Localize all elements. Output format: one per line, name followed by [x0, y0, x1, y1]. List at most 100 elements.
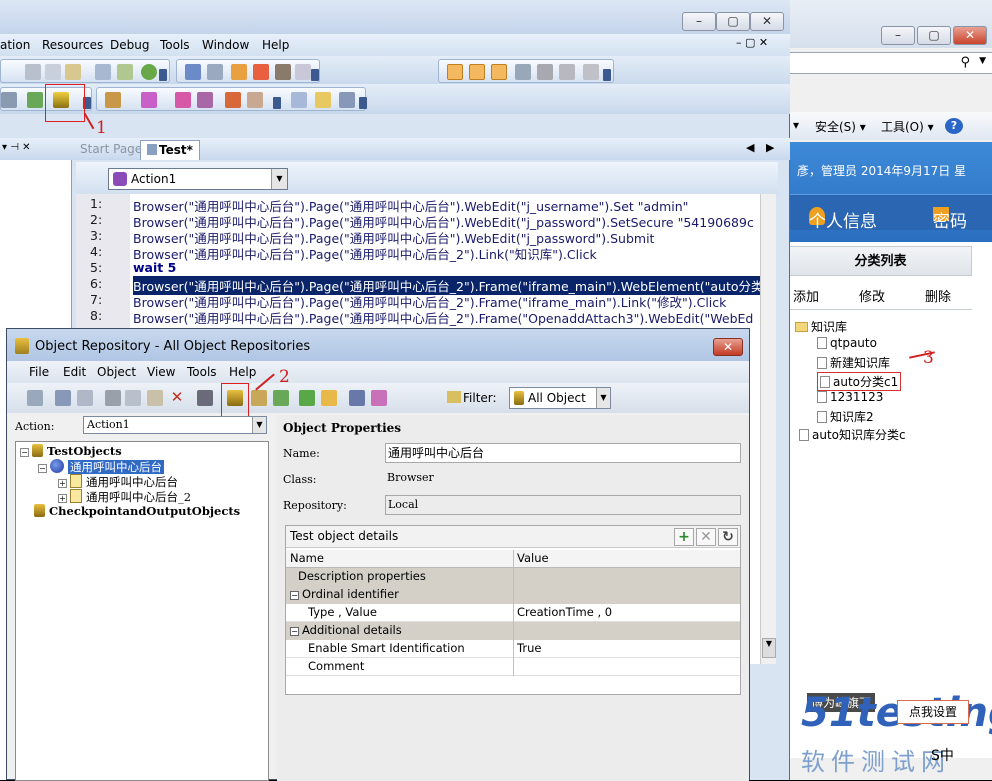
code-line[interactable]: 4: Browser("通用呼叫中心后台").Page("通用呼叫中心后台_2")… [76, 244, 776, 262]
menu-tools[interactable]: Tools [160, 38, 190, 52]
copy-icon[interactable] [45, 64, 61, 80]
tree-item-auto-c1[interactable]: auto分类c1 [817, 372, 902, 391]
mdi-controls[interactable]: – ▢ ✕ [736, 36, 768, 49]
editor-scrollbar[interactable]: ▼ [760, 194, 776, 664]
test-flow-icon[interactable] [447, 64, 463, 80]
code-line[interactable]: 5: wait 5 [76, 260, 776, 276]
tree-page-2[interactable]: + 通用呼叫中心后台_2 [58, 489, 191, 505]
copy-icon[interactable] [125, 390, 141, 406]
tree-item-1231123[interactable]: 1231123 [817, 390, 883, 404]
menu-file[interactable]: File [29, 365, 49, 379]
function-icon[interactable] [197, 92, 213, 108]
record-icon[interactable] [339, 92, 355, 108]
table-row[interactable]: Comment [286, 658, 740, 676]
action-select[interactable]: Action1 ▼ [83, 416, 267, 434]
tree-browser[interactable]: − 通用呼叫中心后台 [38, 459, 164, 475]
cut-icon[interactable] [25, 64, 41, 80]
code-line[interactable]: 3: Browser("通用呼叫中心后台").Page("通用呼叫中心后台").W… [76, 228, 776, 246]
find-icon[interactable] [275, 64, 291, 80]
data-table-icon[interactable] [515, 64, 531, 80]
menu-automation[interactable]: ation [0, 38, 30, 52]
menu-object[interactable]: Object [97, 365, 136, 379]
chevron-down-icon[interactable]: ▼ [252, 417, 266, 433]
merge-icon[interactable] [321, 390, 337, 406]
resources-icon[interactable] [469, 64, 485, 80]
menu-edit[interactable]: Edit [63, 365, 86, 379]
table-row[interactable]: Type , Value CreationTime , 0 [286, 604, 740, 622]
code-line-selected[interactable]: 6: Browser("通用呼叫中心后台").Page("通用呼叫中心后台_2")… [76, 276, 776, 295]
pointer-icon[interactable] [1, 92, 17, 108]
tab-test[interactable]: Test* [140, 140, 200, 160]
tree-test-objects[interactable]: − TestObjects [20, 444, 122, 458]
add-button[interactable]: 添加 [793, 286, 819, 305]
toolbar-dropdown[interactable] [603, 69, 611, 81]
setting-button[interactable]: 点我设置 [897, 700, 969, 724]
font-icon[interactable] [295, 64, 311, 80]
close-button[interactable]: ✕ [750, 12, 784, 31]
associate-icon[interactable] [371, 390, 387, 406]
toolbar-dropdown[interactable] [359, 97, 367, 109]
toolbar-dropdown[interactable] [273, 97, 281, 109]
object-spy-icon[interactable] [349, 390, 365, 406]
delete-icon[interactable]: ✕ [169, 390, 185, 406]
collapse-icon[interactable]: − [290, 627, 299, 636]
close-button[interactable]: ✕ [953, 26, 987, 45]
menu-resources[interactable]: Resources [42, 38, 103, 52]
remove-property-icon[interactable]: ✕ [696, 528, 716, 546]
code-line[interactable]: 7: Browser("通用呼叫中心后台").Page("通用呼叫中心后台_2")… [76, 292, 776, 310]
menu-view[interactable]: View [147, 365, 175, 379]
maximize-button[interactable]: ▢ [716, 12, 750, 31]
tab-scroll-left-icon[interactable]: ◀ [746, 141, 754, 154]
cut-icon[interactable] [105, 390, 121, 406]
toolbar-dropdown[interactable] [159, 69, 167, 81]
tree-checkpoints[interactable]: CheckpointandOutputObjects [34, 504, 240, 518]
tools-menu[interactable]: 工具(O) ▾ [881, 118, 934, 135]
undo-icon[interactable] [185, 64, 201, 80]
collapse-icon[interactable]: − [290, 591, 299, 600]
table-row[interactable]: Enable Smart Identification True [286, 640, 740, 658]
delete-button[interactable]: 删除 [925, 286, 951, 305]
code-line[interactable]: 2: Browser("通用呼叫中心后台").Page("通用呼叫中心后台").W… [76, 212, 776, 230]
new-icon[interactable] [27, 390, 43, 406]
tab-scroll-right-icon[interactable]: ▶ [766, 141, 774, 154]
tree-item-kb[interactable]: 知识库 [795, 318, 847, 335]
tree-item-kb2[interactable]: 知识库2 [817, 408, 874, 425]
help-icon[interactable]: ? [945, 118, 963, 134]
output-value-icon[interactable] [141, 92, 157, 108]
action-call-icon[interactable] [225, 92, 241, 108]
filter-select[interactable]: All Object ▼ [509, 387, 611, 409]
checkpoint-icon[interactable] [105, 92, 121, 108]
tree-item-auto-kb-c[interactable]: auto知识库分类c [799, 426, 906, 443]
expert-view-icon[interactable] [315, 92, 331, 108]
chevron-down-icon[interactable]: ▼ [596, 388, 610, 408]
tree-item-qtpauto[interactable]: qtpauto [817, 336, 877, 350]
information-icon[interactable] [583, 64, 599, 80]
minimize-button[interactable]: – [682, 12, 716, 31]
table-row[interactable]: − Additional details [286, 622, 740, 640]
comment-icon[interactable] [231, 64, 247, 80]
safety-menu[interactable]: 安全(S) ▾ [815, 118, 866, 135]
minimize-button[interactable]: – [881, 26, 915, 45]
menu-debug[interactable]: Debug [110, 38, 149, 52]
code-line[interactable]: 1: Browser("通用呼叫中心后台").Page("通用呼叫中心后台").W… [76, 196, 776, 214]
expand-icon[interactable]: + [58, 479, 67, 488]
tree-item-new-kb[interactable]: 新建知识库 [817, 354, 890, 371]
keyword-view-icon[interactable] [291, 92, 307, 108]
step-generator-icon[interactable] [175, 92, 191, 108]
menu-help[interactable]: Help [229, 365, 256, 379]
redo-icon[interactable] [77, 390, 93, 406]
code-line[interactable]: 8: Browser("通用呼叫中心后台").Page("通用呼叫中心后台_2")… [76, 308, 776, 326]
toolbar-dropdown[interactable] [311, 69, 319, 81]
split-action-icon[interactable] [247, 92, 263, 108]
add-property-icon[interactable]: + [674, 528, 694, 546]
menu-window[interactable]: Window [202, 38, 249, 52]
menu-arrow-icon[interactable]: ▾ [793, 118, 799, 132]
menu-tools[interactable]: Tools [187, 365, 217, 379]
paste-icon[interactable] [147, 390, 163, 406]
collapse-icon[interactable]: − [20, 448, 29, 457]
tab-start-page[interactable]: Start Page [74, 140, 148, 160]
undo-icon[interactable] [55, 390, 71, 406]
tree-page-1[interactable]: + 通用呼叫中心后台 [58, 474, 178, 490]
address-bar[interactable]: ⚲ ▼ [789, 52, 992, 74]
paste-icon[interactable] [65, 64, 81, 80]
